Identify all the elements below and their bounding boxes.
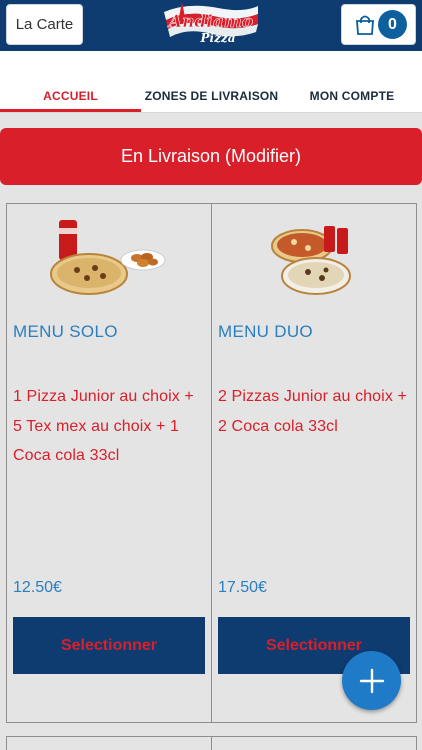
cart-button[interactable]: 0 [341, 4, 416, 45]
logo-text: Andiamo [167, 12, 253, 32]
menu-card-next[interactable] [6, 736, 212, 750]
menu-card-duo[interactable]: MENU DUO 2 Pizzas Junior au choix + 2 Co… [211, 203, 417, 723]
logo-subtext: Pizza [200, 31, 236, 45]
tab-zones-de-livraison[interactable]: ZONES DE LIVRAISON [141, 89, 282, 113]
menu-description: 1 Pizza Junior au choix + 5 Tex mex au c… [13, 388, 194, 464]
add-fab-button[interactable] [342, 651, 401, 710]
plus-icon [359, 668, 384, 693]
app-header: La Carte Andiamo Pizza 0 [0, 0, 422, 51]
menu-solo-image [50, 220, 166, 295]
menu-price: 12.50€ [13, 579, 62, 596]
menu-button[interactable]: La Carte [6, 4, 83, 45]
menu-card-solo[interactable]: MENU SOLO 1 Pizza Junior au choix + 5 Te… [6, 203, 212, 723]
nav-tabs: ACCUEIL ZONES DE LIVRAISON MON COMPTE [0, 51, 422, 113]
tabs-divider [0, 112, 422, 113]
select-button[interactable]: Selectionner [13, 617, 205, 674]
menu-title: MENU DUO [218, 322, 313, 341]
menu-description: 2 Pizzas Junior au choix + 2 Coca cola 3… [218, 388, 407, 435]
menu-title: MENU SOLO [13, 322, 118, 341]
brand-logo[interactable]: Andiamo Pizza [158, 0, 264, 51]
delivery-mode-button[interactable]: En Livraison (Modifier) [0, 128, 422, 185]
cart-count-badge: 0 [378, 10, 407, 39]
menu-price: 17.50€ [218, 579, 267, 596]
cart-icon [356, 15, 374, 35]
menu-duo-image [271, 226, 351, 295]
tab-mon-compte[interactable]: MON COMPTE [282, 89, 422, 113]
menu-card-next[interactable] [211, 736, 417, 750]
